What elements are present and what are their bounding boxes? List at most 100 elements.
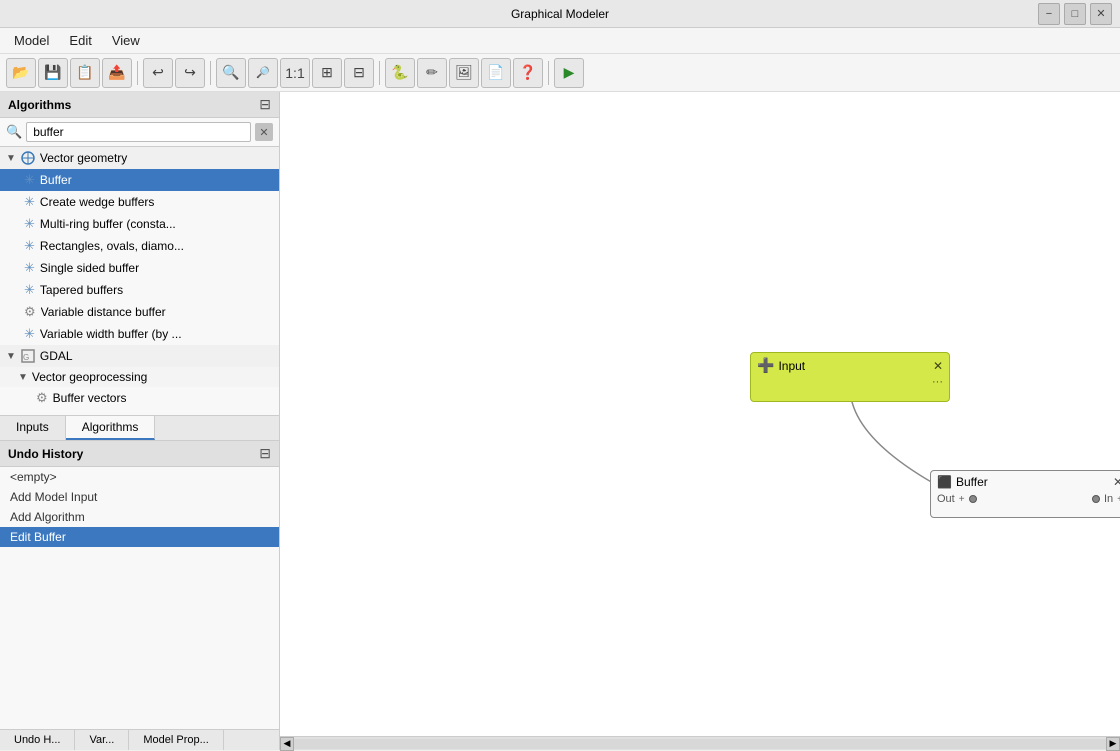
toolbar: 📂 💾 📋 📤 ↩ ↪ 🔍 🔎 1:1 ⊞ ⊟ 🐍 ✏ 🖼 📄 ❓ ▶: [0, 54, 1120, 92]
input-node-icon: ➕: [757, 357, 774, 374]
vector-geoprocessing-group[interactable]: ▼ Vector geoprocessing: [0, 367, 279, 387]
buffer-vectors-icon: ⚙: [36, 390, 48, 406]
help-button[interactable]: ❓: [513, 58, 543, 88]
bottom-tab-model-prop[interactable]: Model Prop...: [129, 730, 223, 750]
export-button[interactable]: 📤: [102, 58, 132, 88]
canvas-container: ➕ Input ✕ ··· ⬛ Buffer ✕: [280, 92, 1120, 750]
algorithm-buffer[interactable]: ✳ Buffer: [0, 169, 279, 191]
python-button[interactable]: 🐍: [385, 58, 415, 88]
canvas-scrollbar[interactable]: ◀ ▶: [280, 736, 1120, 750]
menu-edit[interactable]: Edit: [59, 31, 101, 50]
run-button[interactable]: ▶: [554, 58, 584, 88]
algorithm-tree: ▼ Vector geometry ✳ Buffer ✳ Create wedg…: [0, 147, 279, 415]
algorithm-variable-width[interactable]: ✳ Variable width buffer (by ...: [0, 323, 279, 345]
undo-item-edit-buffer[interactable]: Edit Buffer: [0, 527, 279, 547]
menubar: Model Edit View: [0, 28, 1120, 54]
input-node-header: ➕ Input ✕: [751, 353, 949, 376]
maximize-button[interactable]: □: [1064, 3, 1086, 25]
create-wedge-buffers-label: Create wedge buffers: [40, 195, 155, 209]
input-node-ports: ···: [751, 376, 949, 392]
tapered-buffers-label: Tapered buffers: [40, 283, 123, 297]
buffer-out-port: Out +: [937, 493, 977, 505]
buffer-in-dot[interactable]: [1092, 495, 1100, 503]
buffer-out-dot[interactable]: [969, 495, 977, 503]
algorithm-multi-ring-buffer[interactable]: ✳ Multi-ring buffer (consta...: [0, 213, 279, 235]
vector-geoprocessing-label: Vector geoprocessing: [32, 370, 147, 384]
buffer-node-title: ⬛ Buffer: [937, 475, 988, 489]
search-icon: 🔍: [6, 124, 22, 140]
input-node-ports-label: ···: [932, 376, 943, 388]
buffer-in-label: In: [1104, 493, 1113, 505]
buffer-node[interactable]: ⬛ Buffer ✕ Out + In +: [930, 470, 1120, 518]
zoom-layer-button[interactable]: ⊟: [344, 58, 374, 88]
vector-geometry-group[interactable]: ▼ Vector geometry: [0, 147, 279, 169]
gdal-expand-icon: ▼: [6, 351, 16, 362]
clear-search-button[interactable]: ✕: [255, 123, 273, 141]
variable-width-label: Variable width buffer (by ...: [40, 327, 182, 341]
export-pdf-button[interactable]: 📄: [481, 58, 511, 88]
undo-item-add-algorithm[interactable]: Add Algorithm: [0, 507, 279, 527]
algorithm-create-wedge-buffers[interactable]: ✳ Create wedge buffers: [0, 191, 279, 213]
search-input[interactable]: [26, 122, 251, 142]
buffer-node-ports-row: Out + In +: [931, 491, 1120, 507]
redo-button[interactable]: ↪: [175, 58, 205, 88]
algorithm-variable-distance[interactable]: ⚙ Variable distance buffer: [0, 301, 279, 323]
buffer-vectors-label: Buffer vectors: [53, 391, 127, 405]
variable-distance-icon: ⚙: [24, 304, 36, 320]
undo-button[interactable]: ↩: [143, 58, 173, 88]
svg-text:G: G: [23, 353, 29, 362]
undo-item-add-model-input[interactable]: Add Model Input: [0, 487, 279, 507]
scroll-left-button[interactable]: ◀: [280, 737, 294, 751]
titlebar: Graphical Modeler − □ ✕: [0, 0, 1120, 28]
edit-model-button[interactable]: ✏: [417, 58, 447, 88]
zoom-fit-button[interactable]: ⊞: [312, 58, 342, 88]
tab-algorithms[interactable]: Algorithms: [66, 416, 156, 440]
rectangles-ovals-label: Rectangles, ovals, diamo...: [40, 239, 184, 253]
open-button[interactable]: 📂: [6, 58, 36, 88]
bottom-tab-undo[interactable]: Undo H...: [0, 730, 75, 750]
buffer-out-plus: +: [959, 494, 965, 505]
buffer-node-label: Buffer: [956, 475, 988, 489]
input-node-close-icon[interactable]: ✕: [933, 359, 943, 373]
close-button[interactable]: ✕: [1090, 3, 1112, 25]
undo-section: Undo History ⊟ <empty> Add Model Input A…: [0, 440, 279, 750]
canvas[interactable]: ➕ Input ✕ ··· ⬛ Buffer ✕: [280, 92, 1120, 736]
bottom-tab-var[interactable]: Var...: [75, 730, 129, 750]
zoom-in-button[interactable]: 🔍: [216, 58, 246, 88]
vector-geometry-label: Vector geometry: [40, 151, 127, 165]
gdal-group[interactable]: ▼ G GDAL: [0, 345, 279, 367]
algorithms-collapse-icon[interactable]: ⊟: [259, 96, 271, 113]
export-img-button[interactable]: 🖼: [449, 58, 479, 88]
minimize-button[interactable]: −: [1038, 3, 1060, 25]
undo-collapse-icon[interactable]: ⊟: [259, 445, 271, 462]
algorithms-title: Algorithms: [8, 98, 71, 112]
titlebar-title: Graphical Modeler: [511, 7, 609, 21]
menu-model[interactable]: Model: [4, 31, 59, 50]
tab-inputs[interactable]: Inputs: [0, 416, 66, 440]
scroll-track[interactable]: [294, 739, 1106, 749]
zoom-out-button[interactable]: 🔎: [248, 58, 278, 88]
buffer-node-close-icon[interactable]: ✕: [1113, 475, 1120, 489]
buffer-label: Buffer: [40, 173, 72, 187]
vector-geometry-expand-icon: ▼: [6, 153, 16, 164]
algorithm-single-sided-buffer[interactable]: ✳ Single sided buffer: [0, 257, 279, 279]
undo-history-header: Undo History ⊟: [0, 441, 279, 467]
undo-history-title: Undo History: [8, 447, 83, 461]
buffer-in-port: In +: [1092, 493, 1120, 505]
save-as-button[interactable]: 📋: [70, 58, 100, 88]
undo-item-empty[interactable]: <empty>: [0, 467, 279, 487]
input-node[interactable]: ➕ Input ✕ ···: [750, 352, 950, 402]
menu-view[interactable]: View: [102, 31, 150, 50]
algorithm-buffer-vectors[interactable]: ⚙ Buffer vectors: [0, 387, 279, 409]
create-wedge-buffers-icon: ✳: [24, 194, 35, 210]
undo-history-list: <empty> Add Model Input Add Algorithm Ed…: [0, 467, 279, 729]
vector-geoprocessing-expand-icon: ▼: [18, 372, 28, 383]
scroll-right-button[interactable]: ▶: [1106, 737, 1120, 751]
buffer-node-icon: ⬛: [937, 475, 952, 489]
zoom-actual-button[interactable]: 1:1: [280, 58, 310, 88]
variable-width-icon: ✳: [24, 326, 35, 342]
connections-layer: [280, 92, 1120, 736]
algorithm-tapered-buffers[interactable]: ✳ Tapered buffers: [0, 279, 279, 301]
save-button[interactable]: 💾: [38, 58, 68, 88]
algorithm-rectangles-ovals[interactable]: ✳ Rectangles, ovals, diamo...: [0, 235, 279, 257]
